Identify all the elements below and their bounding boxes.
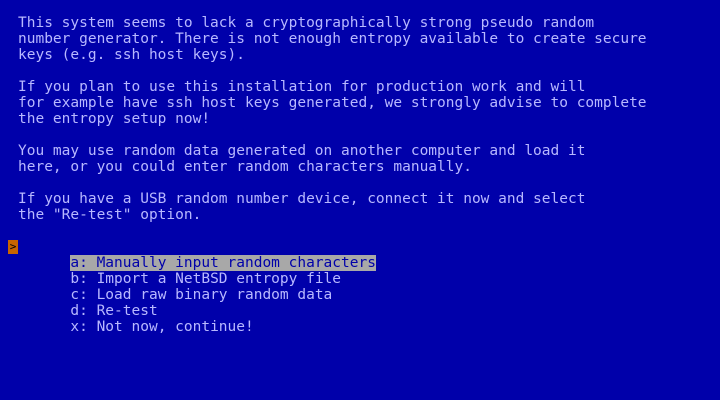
- message-line: the "Re-test" option.: [18, 207, 202, 223]
- menu-item-import-entropy-file[interactable]: b: Import a NetBSD entropy file: [18, 255, 376, 287]
- message-line: the entropy setup now!: [18, 111, 211, 127]
- menu-item-not-now-continue[interactable]: x: Not now, continue!: [18, 303, 376, 335]
- message-line: This system seems to lack a cryptographi…: [18, 15, 595, 31]
- message-line: keys (e.g. ssh host keys).: [18, 47, 245, 63]
- menu-item-re-test[interactable]: d: Re-test: [18, 287, 376, 319]
- entropy-menu: > a: Manually input random characters b: …: [8, 239, 376, 335]
- message-line: You may use random data generated on ano…: [18, 143, 586, 159]
- menu-item-manual-input[interactable]: > a: Manually input random characters: [8, 239, 376, 271]
- message-line: If you have a USB random number device, …: [18, 191, 586, 207]
- menu-item-load-raw-binary[interactable]: c: Load raw binary random data: [18, 271, 376, 303]
- menu-item-label: x: Not now, continue!: [70, 319, 254, 335]
- menu-cursor-arrow-icon: >: [8, 240, 18, 254]
- installer-screen: This system seems to lack a cryptographi…: [0, 0, 720, 400]
- entropy-message: This system seems to lack a cryptographi…: [18, 15, 708, 223]
- message-line: for example have ssh host keys generated…: [18, 95, 647, 111]
- message-line: here, or you could enter random characte…: [18, 159, 472, 175]
- message-line: number generator. There is not enough en…: [18, 31, 647, 47]
- message-line: If you plan to use this installation for…: [18, 79, 586, 95]
